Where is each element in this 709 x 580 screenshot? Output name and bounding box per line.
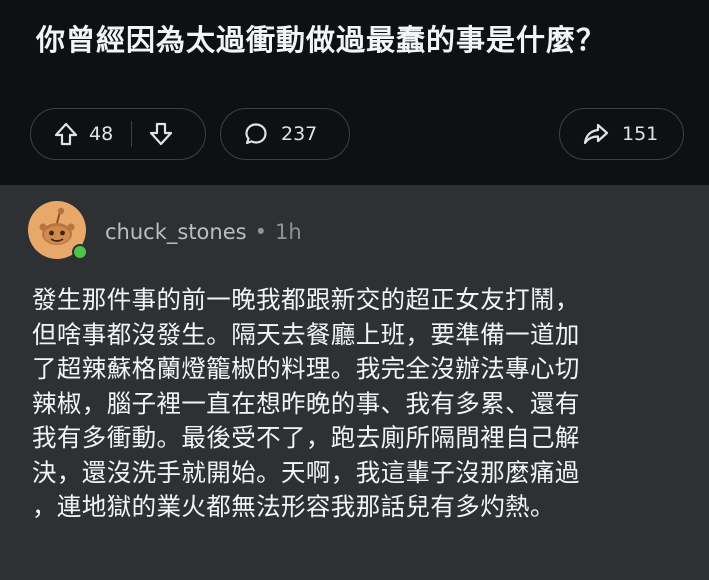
comment-line: 辣椒，腦子裡一直在想昨晚的事、我有多累、還有 — [32, 388, 580, 418]
comment-line: 決，還沒洗手就開始。天啊，我這輩子沒那麼痛過 — [32, 457, 580, 487]
comment-line: 但啥事都沒發生。隔天去餐廳上班，要準備一道加 — [32, 319, 580, 349]
upvote-button[interactable] — [53, 121, 79, 147]
share-button[interactable]: 151 — [559, 108, 684, 160]
comment-username[interactable]: chuck_stones — [105, 220, 247, 244]
post-header: 你曾經因為太過衝動做過最蠢的事是什麼？ 48 237 151 — [0, 0, 709, 172]
downvote-button[interactable] — [148, 121, 174, 147]
vote-pill: 48 — [30, 108, 206, 160]
post-title: 你曾經因為太過衝動做過最蠢的事是什麼？ — [36, 23, 607, 57]
comment-timestamp: 1h — [274, 220, 302, 244]
comment-icon-wrap — [243, 121, 269, 147]
arrow-up-outline-icon — [54, 122, 78, 146]
upvote-count: 48 — [89, 123, 114, 145]
meta-separator: • — [254, 220, 267, 244]
share-count: 151 — [622, 123, 659, 145]
online-status-indicator — [72, 244, 88, 260]
comment-line: 了超辣蘇格蘭燈籠椒的料理。我完全沒辦法專心切 — [32, 354, 580, 383]
comments-button[interactable]: 237 — [220, 108, 350, 160]
comment-line: ，連地獄的業火都無法形容我那話兒有多灼熱。 — [32, 492, 555, 521]
share-arrow-icon — [583, 123, 609, 145]
vote-divider — [131, 121, 133, 147]
share-icon-wrap — [582, 121, 610, 147]
comment-body: 發生那件事的前一晚我都跟新交的超正女友打鬧， 但啥事都沒發生。隔天去餐廳上班，要… — [32, 283, 692, 525]
speech-bubble-icon — [245, 123, 267, 145]
arrow-down-outline-icon — [150, 122, 173, 146]
comment-count: 237 — [281, 123, 318, 145]
comment-line: 發生那件事的前一晚我都跟新交的超正女友打鬧， — [32, 285, 580, 314]
comment-meta: chuck_stones • 1h — [105, 219, 302, 245]
comment-line: 我有多衝動。最後受不了，跑去廁所隔間裡自己解 — [32, 423, 580, 452]
